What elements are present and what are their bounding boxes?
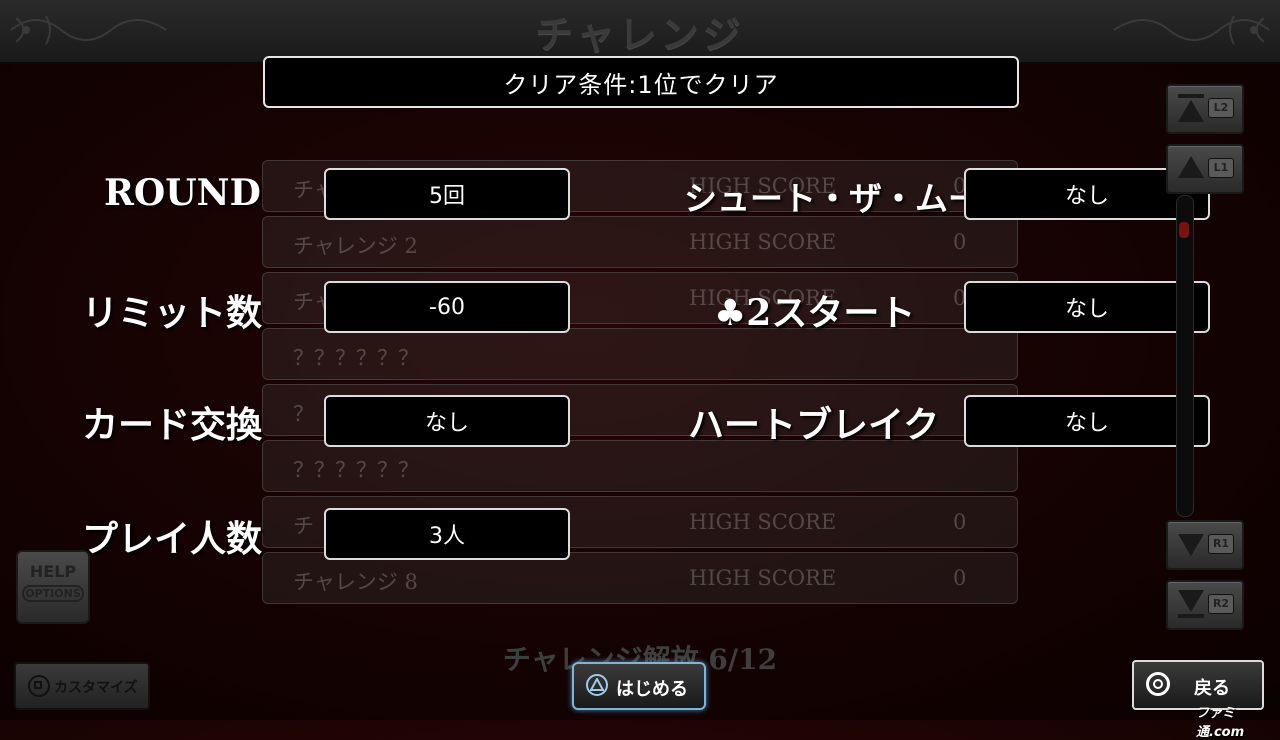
club-two-start-value[interactable]: なし — [964, 281, 1210, 333]
challenge-name: ？？？？？？ — [293, 458, 419, 482]
scroll-down-icon — [1178, 534, 1204, 556]
options-label: OPTIONS — [22, 585, 84, 602]
scroll-top-icon — [1178, 94, 1204, 122]
challenge-name: チ — [293, 514, 314, 538]
challenge-name: ？？？？？？ — [293, 346, 419, 370]
r2-tag: R2 — [1208, 594, 1234, 614]
square-button-icon — [28, 675, 50, 697]
back-label: 戻る — [1194, 678, 1230, 699]
scroll-bottom-icon — [1178, 590, 1204, 618]
round-label: ROUND — [104, 172, 261, 214]
high-score-label: HIGH SCORE — [689, 230, 837, 254]
r1-tag: R1 — [1208, 534, 1234, 554]
scrollbar-thumb[interactable] — [1179, 222, 1189, 238]
scroll-up-button[interactable]: L1 — [1166, 144, 1244, 194]
start-label: はじめる — [616, 679, 688, 700]
l2-tag: L2 — [1208, 98, 1234, 118]
triangle-button-icon — [586, 674, 608, 696]
help-title: HELP — [29, 562, 77, 581]
card-exchange-label: カード交換 — [82, 404, 263, 446]
limit-value[interactable]: -60 — [324, 281, 570, 333]
scrollbar-track[interactable] — [1176, 195, 1194, 517]
challenge-name: チャレンジ 2 — [293, 234, 418, 258]
start-button[interactable]: はじめる — [572, 662, 706, 710]
heart-break-value[interactable]: なし — [964, 395, 1210, 447]
high-score-label: HIGH SCORE — [689, 510, 837, 534]
round-value[interactable]: 5回 — [324, 168, 570, 220]
help-button[interactable]: HELP OPTIONS — [16, 550, 90, 624]
club-two-start-label: ♣2スタート — [714, 292, 916, 334]
high-score-value: 0 — [953, 510, 967, 534]
high-score-value: 0 — [953, 566, 967, 590]
limit-label: リミット数 — [82, 292, 263, 334]
scroll-up-icon — [1178, 156, 1204, 178]
challenge-name: チャレンジ 8 — [293, 570, 418, 594]
clear-condition: クリア条件:1位でクリア — [263, 56, 1019, 108]
customize-button[interactable]: カスタマイズ — [14, 662, 150, 710]
scroll-down-button[interactable]: R1 — [1166, 520, 1244, 570]
scroll-top-button[interactable]: L2 — [1166, 84, 1244, 134]
watermark-logo: ファミ通.com — [1196, 706, 1245, 740]
challenge-name: ？ — [293, 402, 314, 426]
high-score-label: HIGH SCORE — [689, 566, 837, 590]
customize-label: カスタマイズ — [54, 680, 138, 696]
heart-break-label: ハートブレイク — [688, 404, 940, 446]
card-exchange-value[interactable]: なし — [324, 395, 570, 447]
header-bar: チャレンジ — [0, 0, 1280, 64]
challenge-row[interactable]: チャレンジ 2 HIGH SCORE 0 — [262, 216, 1018, 268]
circle-button-icon — [1146, 672, 1170, 696]
ornament-right-icon — [1113, 15, 1270, 45]
players-value[interactable]: 3人 — [324, 508, 570, 560]
page-title: チャレンジ — [535, 12, 745, 57]
l1-tag: L1 — [1208, 158, 1234, 178]
high-score-value: 0 — [953, 230, 967, 254]
scroll-bottom-button[interactable]: R2 — [1166, 580, 1244, 630]
players-label: プレイ人数 — [82, 518, 263, 560]
